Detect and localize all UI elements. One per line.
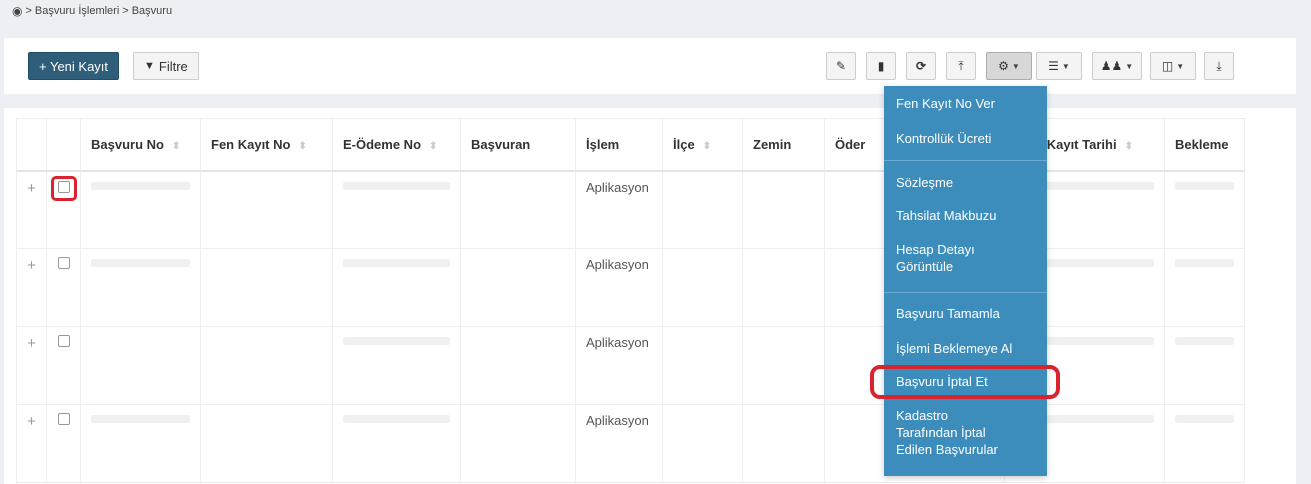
table-row[interactable]: + Aplikasyon (16, 326, 1245, 405)
refresh-icon: ⟳ (915, 59, 927, 73)
download-button[interactable]: ⤓ (1204, 52, 1234, 80)
breadcrumb-item-basvuru: Başvuru (131, 5, 173, 17)
sort-icon: ⬍ (298, 140, 307, 152)
menu-item-sozlesme[interactable]: Sözleşme (884, 174, 1047, 191)
breadcrumb-separator: > (25, 5, 32, 17)
columns-icon: ◫ (1161, 59, 1174, 73)
pencil-icon: ✎ (835, 59, 847, 73)
menu-item-tahsilat-makbuzu[interactable]: Tahsilat Makbuzu (884, 207, 1047, 224)
column-header-basvuran[interactable]: Başvuran (460, 118, 576, 172)
columns-dropdown-button[interactable]: ◫ ▼ (1150, 52, 1196, 80)
menu-item-fen-kayit-no-ver[interactable]: Fen Kayıt No Ver (884, 95, 1047, 112)
column-header-zemin[interactable]: Zemin (742, 118, 825, 172)
menu-item-hesap-detayi-goruntule[interactable]: Hesap Detayı Görüntüle (884, 241, 1047, 275)
column-header-islem[interactable]: İşlem (575, 118, 663, 172)
list-icon: ☰ (1048, 59, 1059, 73)
records-table: Başvuru No ⬍ Fen Kayıt No ⬍ E-Ödeme No ⬍ Ba… (16, 118, 1245, 483)
menu-item-basvuru-tamamla[interactable]: Başvuru Tamamla (884, 305, 1047, 322)
actions-dropdown-button[interactable]: ⚙ ▼ (986, 52, 1032, 80)
caret-down-icon: ▼ (1011, 61, 1020, 71)
caret-down-icon: ▼ (1176, 61, 1185, 71)
menu-divider (884, 160, 1047, 161)
column-header-e-odeme-no[interactable]: E-Ödeme No ⬍ (332, 118, 461, 172)
filter-icon: ▼ (144, 60, 155, 72)
highlight-marker (50, 175, 77, 201)
breadcrumb: ◉ > Başvuru İşlemleri > Başvuru (12, 4, 172, 18)
row-checkbox[interactable] (57, 335, 70, 347)
row-checkbox[interactable] (57, 180, 70, 193)
menu-item-kadastro-iptal-edilen[interactable]: Kadastro Tarafından İptal Edilen Başvuru… (884, 407, 1024, 458)
cell-islem: Aplikasyon (586, 179, 649, 195)
expand-row-icon[interactable]: + (16, 248, 47, 327)
cogs-icon: ⚙ (998, 59, 1009, 73)
breadcrumb-item-basvuru-islemleri[interactable]: Başvuru İşlemleri (35, 5, 119, 17)
select-column-header (46, 118, 81, 172)
actions-dropdown-menu: Fen Kayıt No Ver Kontrollük Ücreti Sözle… (884, 86, 1047, 476)
menu-item-islemi-beklemeye-al[interactable]: İşlemi Beklemeye Al (884, 340, 1047, 357)
cell-islem: Aplikasyon (586, 413, 649, 428)
filter-label: Filtre (158, 58, 188, 74)
caret-down-icon: ▼ (1125, 61, 1134, 71)
filter-button[interactable]: ▼ Filtre (133, 52, 199, 80)
table-row[interactable]: + Aplikasyon (16, 170, 1245, 249)
delete-button[interactable]: ▮ (866, 52, 896, 80)
row-checkbox[interactable] (57, 257, 70, 269)
cell-islem: Aplikasyon (586, 335, 649, 350)
sort-icon: ⬍ (702, 140, 712, 152)
expand-row-icon[interactable]: + (16, 170, 47, 249)
column-header-bekleme[interactable]: Bekleme (1164, 118, 1245, 172)
upload-button[interactable]: ⤒ (946, 52, 976, 80)
expand-row-icon[interactable]: + (16, 326, 47, 405)
highlight-marker (870, 365, 1060, 399)
sort-icon: ⬍ (1124, 140, 1133, 152)
table-row[interactable]: + Aplikasyon (16, 248, 1245, 327)
upload-icon: ⤒ (958, 58, 964, 73)
trash-icon: ▮ (877, 59, 885, 73)
menu-item-kontrolluk-ucreti[interactable]: Kontrollük Ücreti (884, 130, 1047, 147)
new-record-button[interactable]: + Yeni Kayıt (28, 52, 120, 80)
dashboard-icon[interactable]: ◉ (12, 4, 22, 18)
sort-icon: ⬍ (429, 140, 438, 152)
caret-down-icon: ▼ (1061, 61, 1070, 71)
table-row[interactable]: + Aplikasyon (16, 404, 1245, 483)
row-checkbox[interactable] (57, 413, 70, 425)
download-icon: ⤓ (1216, 58, 1222, 73)
refresh-button[interactable]: ⟳ (906, 52, 936, 80)
expand-row-icon[interactable]: + (16, 404, 47, 483)
column-header-fen-kayit-no[interactable]: Fen Kayıt No ⬍ (200, 118, 333, 172)
users-dropdown-button[interactable]: ♟♟ ▼ (1092, 52, 1142, 80)
menu-divider (884, 292, 1047, 293)
cell-islem: Aplikasyon (586, 257, 649, 272)
users-icon: ♟♟ (1100, 59, 1123, 73)
column-header-ilce[interactable]: İlçe ⬍ (662, 118, 743, 172)
edit-button[interactable]: ✎ (826, 52, 856, 80)
breadcrumb-separator: > (122, 5, 129, 17)
sort-icon: ⬍ (171, 140, 181, 152)
table-header-row: Başvuru No ⬍ Fen Kayıt No ⬍ E-Ödeme No ⬍ Ba… (16, 118, 1245, 172)
table-panel: Başvuru No ⬍ Fen Kayıt No ⬍ E-Ödeme No ⬍ Ba… (4, 108, 1296, 484)
expand-column-header (16, 118, 47, 172)
column-header-basvuru-no[interactable]: Başvuru No ⬍ (80, 118, 201, 172)
toolbar: + Yeni Kayıt ▼ Filtre ✎ ▮ ⟳ ⤒ ⚙ ▼ ☰ ▼ ♟♟… (4, 38, 1296, 94)
list-dropdown-button[interactable]: ☰ ▼ (1036, 52, 1082, 80)
